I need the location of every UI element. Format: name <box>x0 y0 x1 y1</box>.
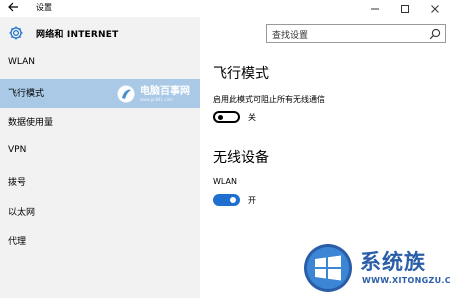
pc841-url: www.pc841.com <box>140 97 173 102</box>
sidebar-item-label: 以太网 <box>8 208 36 218</box>
sidebar-item-airplane-mode[interactable]: 飞行模式 电脑百事网 www.pc841.com <box>0 79 200 108</box>
wlan-state: 开 <box>248 196 256 205</box>
airplane-mode-description: 启用此模式可阻止所有无线通信 <box>213 95 325 104</box>
wlan-toggle[interactable] <box>213 194 240 206</box>
gear-icon[interactable] <box>8 25 24 41</box>
back-arrow-icon[interactable] <box>7 1 21 15</box>
windows-logo-icon <box>304 244 352 292</box>
title-bar: 设置 <box>0 0 450 17</box>
airplane-mode-toggle[interactable] <box>213 111 240 123</box>
maximize-icon <box>401 4 409 13</box>
sidebar-item-label: VPN <box>8 145 27 155</box>
close-icon <box>431 4 439 13</box>
xitongzu-watermark: 系统族 WWW.XITONGZU.COM <box>290 240 450 298</box>
sidebar-title: 网络和 INTERNET <box>36 30 119 40</box>
sidebar-item-label: 飞行模式 <box>8 89 45 99</box>
sidebar-item-ethernet[interactable]: 以太网 <box>0 198 200 227</box>
search-icon[interactable] <box>429 28 441 40</box>
search-input[interactable]: 查找设置 <box>272 28 308 41</box>
sidebar-item-label: 拨号 <box>8 178 27 188</box>
sidebar-item-proxy[interactable]: 代理 <box>0 227 200 256</box>
xitongzu-brand: 系统族 <box>360 250 426 274</box>
wireless-devices-heading: 无线设备 <box>213 150 269 166</box>
pc841-logo-icon <box>117 85 135 103</box>
toggle-knob <box>230 197 236 203</box>
pc841-name: 电脑百事网 <box>140 86 190 97</box>
window-title: 设置 <box>36 3 52 12</box>
pc841-watermark: 电脑百事网 www.pc841.com <box>116 82 190 106</box>
window-controls <box>360 0 450 17</box>
sidebar-item-vpn[interactable]: VPN <box>0 138 200 167</box>
sidebar-item-label: WLAN <box>8 57 36 67</box>
sidebar-item-data-usage[interactable]: 数据使用量 <box>0 108 200 137</box>
sidebar-item-dialup[interactable]: 拨号 <box>0 168 200 197</box>
sidebar-item-wlan[interactable]: WLAN <box>0 50 200 79</box>
toggle-knob <box>218 115 223 120</box>
close-button[interactable] <box>420 0 450 17</box>
wlan-device-label: WLAN <box>213 177 238 186</box>
sidebar-item-label: 数据使用量 <box>8 118 54 128</box>
sidebar-header: 网络和 INTERNET <box>0 17 200 50</box>
search-box[interactable]: 查找设置 <box>266 24 446 43</box>
sidebar: 网络和 INTERNET WLAN 飞行模式 电脑百事网 www.pc841.c… <box>0 17 200 298</box>
sidebar-item-label: 代理 <box>8 237 27 247</box>
maximize-button[interactable] <box>390 0 420 17</box>
minimize-icon <box>371 8 379 9</box>
airplane-mode-state: 关 <box>248 113 256 122</box>
airplane-mode-heading: 飞行模式 <box>213 66 269 82</box>
minimize-button[interactable] <box>360 0 390 17</box>
xitongzu-url: WWW.XITONGZU.COM <box>362 276 450 285</box>
